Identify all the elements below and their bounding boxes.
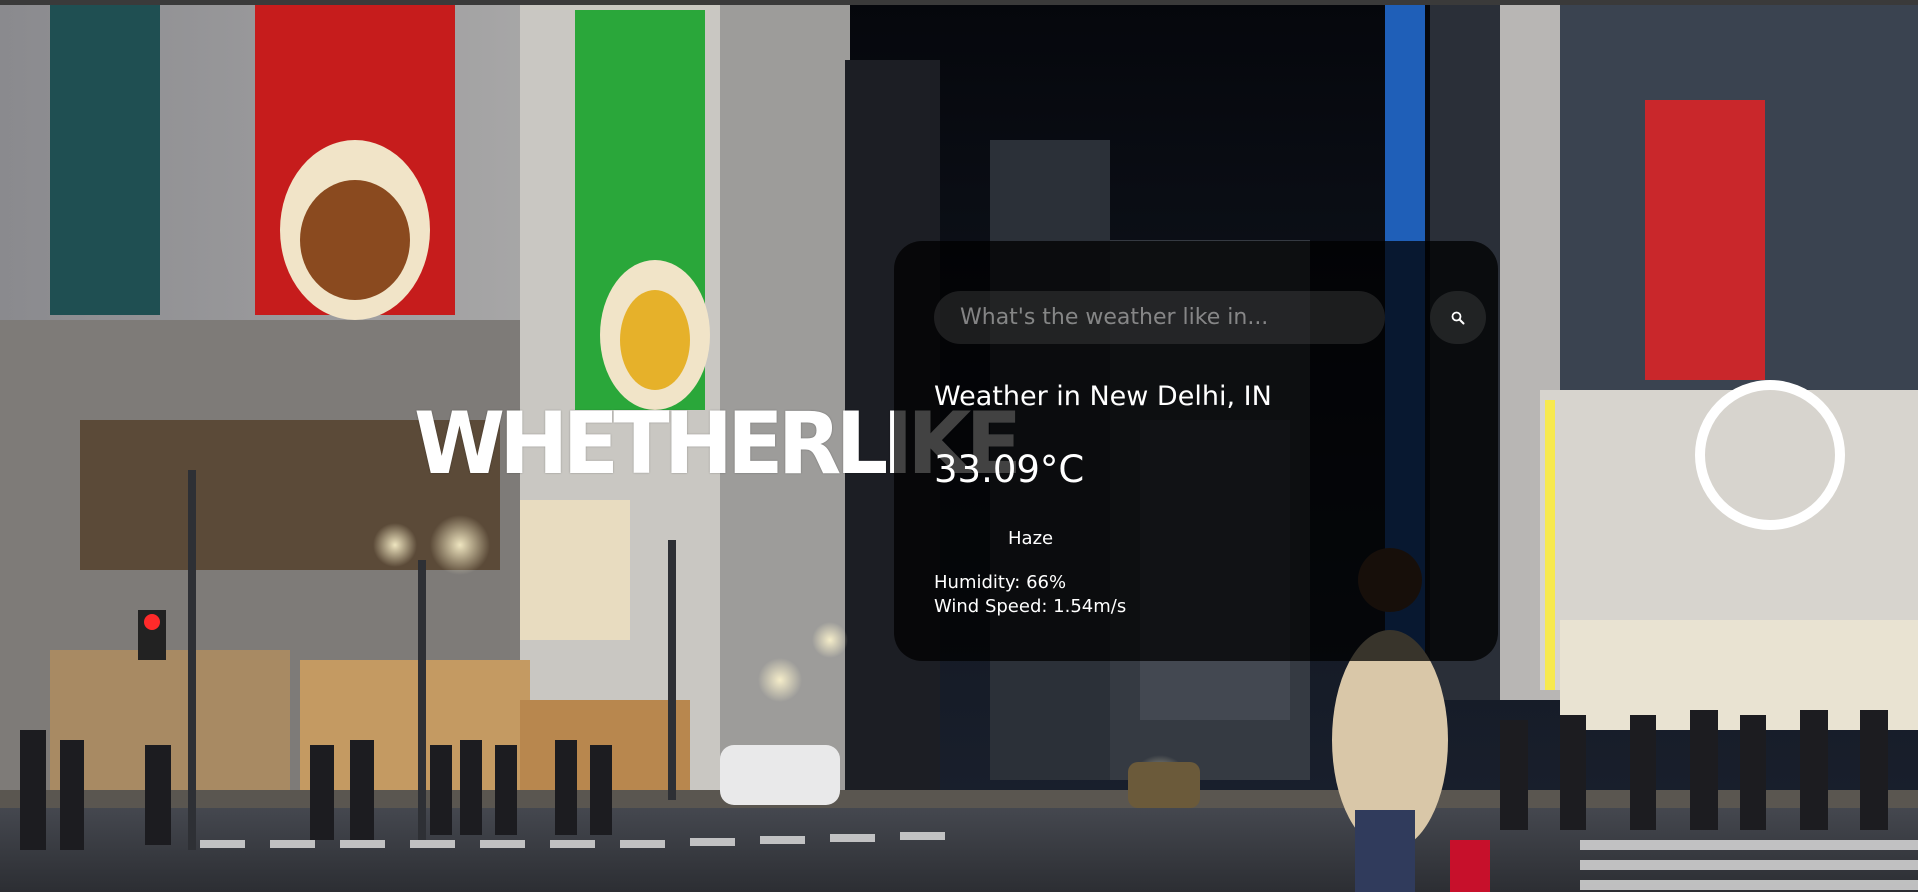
weather-condition: Haze: [934, 523, 1053, 553]
page: WHETHERLIKE Weather in New Delhi, IN 33.…: [0, 0, 1918, 892]
top-bar: [0, 0, 1918, 5]
search-icon: [1451, 311, 1465, 324]
app-title: WHETHERLIKE: [414, 394, 1022, 494]
city-heading: Weather in New Delhi, IN: [934, 381, 1272, 412]
search-bar: [934, 291, 1486, 345]
weather-card: Weather in New Delhi, IN 33.09°C Haze Hu…: [894, 241, 1498, 661]
search-input[interactable]: [934, 291, 1385, 344]
weather-description: Haze: [1008, 527, 1054, 549]
wind-speed: Wind Speed: 1.54m/s: [934, 596, 1127, 617]
humidity: Humidity: 66%: [934, 572, 1067, 593]
temperature: 33.09°C: [934, 448, 1085, 491]
search-button[interactable]: [1430, 291, 1486, 344]
haze-icon: [934, 523, 996, 553]
